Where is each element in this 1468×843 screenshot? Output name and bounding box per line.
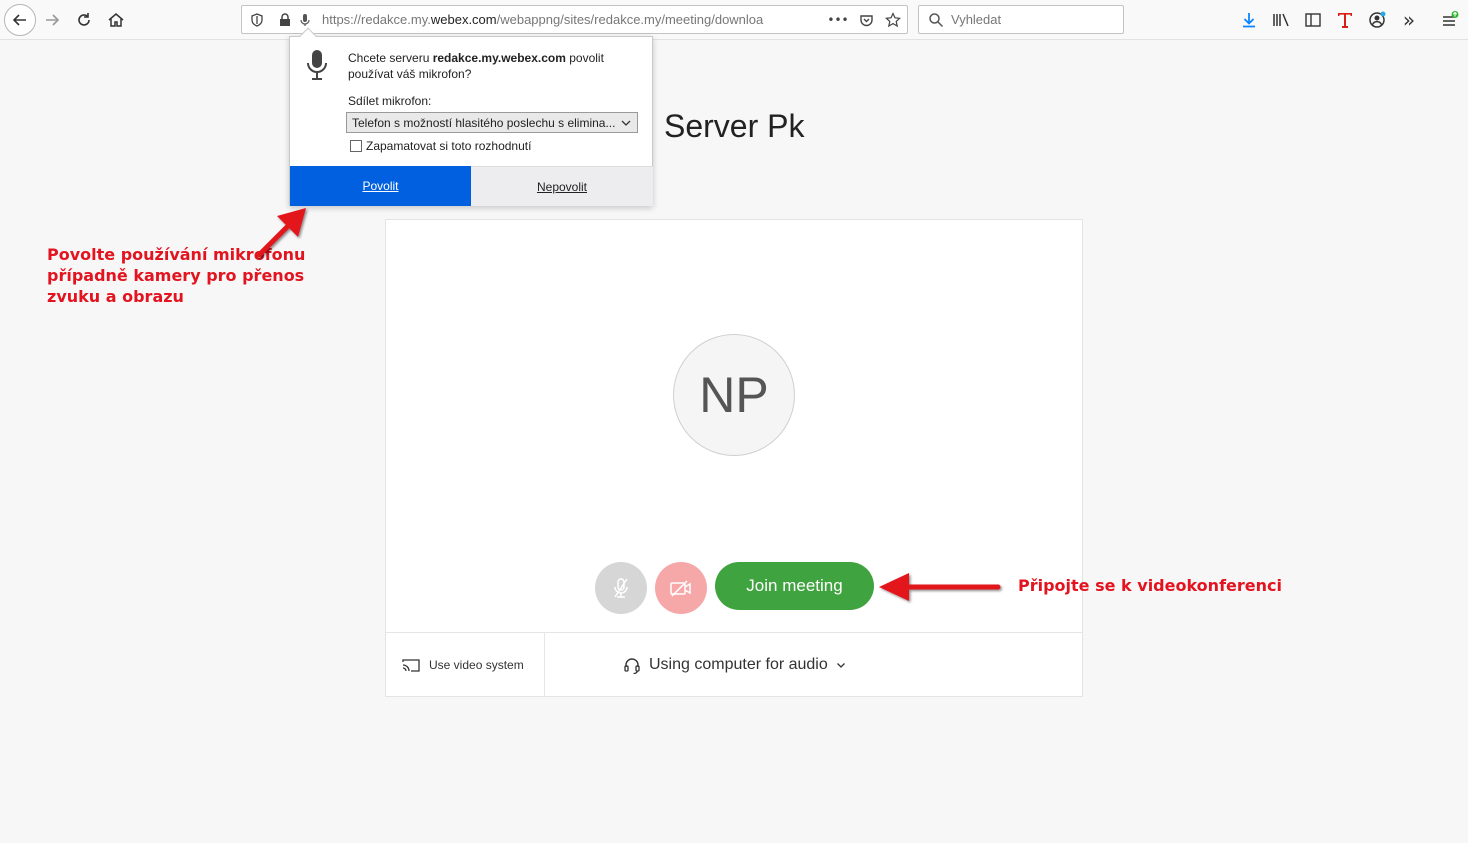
annotation-join-conference: Připojte se k videokonferenci bbox=[1018, 576, 1282, 595]
arrow-right-icon bbox=[46, 14, 60, 26]
back-button[interactable] bbox=[4, 4, 36, 36]
page-actions-menu-icon[interactable]: ••• bbox=[827, 12, 848, 28]
selected-device-label: Telefon s možností hlasitého poslechu s … bbox=[352, 116, 616, 130]
audio-option-dropdown[interactable]: Using computer for audio bbox=[623, 633, 846, 697]
microphone-muted-icon bbox=[614, 578, 628, 598]
checkbox-box[interactable] bbox=[350, 140, 362, 152]
cast-screen-icon bbox=[402, 659, 420, 672]
deny-button[interactable]: Nepovolit bbox=[471, 166, 653, 206]
pocket-icon[interactable] bbox=[858, 12, 874, 28]
shield-icon[interactable] bbox=[249, 12, 265, 28]
bookmark-star-icon[interactable] bbox=[885, 12, 901, 28]
downloads-icon[interactable] bbox=[1237, 8, 1261, 32]
forward-button[interactable] bbox=[36, 4, 68, 36]
use-video-system-label: Use video system bbox=[429, 658, 524, 672]
avatar: NP bbox=[673, 334, 795, 456]
account-extension-icon[interactable] bbox=[1365, 8, 1389, 32]
chevron-down-icon bbox=[836, 663, 845, 668]
permission-question: Chcete serveru redakce.my.webex.com povo… bbox=[348, 51, 604, 81]
lock-icon[interactable] bbox=[277, 12, 293, 28]
join-meeting-button[interactable]: Join meeting bbox=[715, 562, 874, 610]
share-microphone-label: Sdílet mikrofon: bbox=[348, 94, 432, 108]
microphone-permission-popup: Chcete serveru redakce.my.webex.com povo… bbox=[289, 27, 653, 206]
headset-icon bbox=[624, 658, 640, 674]
meeting-card: NP Join meeting Use video system Using c… bbox=[385, 219, 1083, 697]
page-title: Server Pk bbox=[664, 108, 805, 144]
reload-icon bbox=[78, 13, 90, 26]
use-video-system-button[interactable]: Use video system bbox=[386, 633, 545, 697]
search-input[interactable] bbox=[951, 10, 1116, 29]
reload-button[interactable] bbox=[68, 4, 100, 36]
url-text[interactable]: https://redakce.my.webex.com/webappng/si… bbox=[322, 12, 800, 30]
more-tools-chevron-icon[interactable]: » bbox=[1397, 8, 1421, 32]
home-icon bbox=[108, 13, 124, 27]
remember-decision-checkbox[interactable]: Zapamatovat si toto rozhodnutí bbox=[350, 139, 531, 153]
url-bar[interactable]: https://redakce.my.webex.com/webappng/si… bbox=[241, 5, 908, 34]
search-icon bbox=[929, 13, 944, 28]
microphone-icon bbox=[307, 50, 327, 80]
camera-off-icon bbox=[670, 580, 691, 597]
home-button[interactable] bbox=[100, 4, 132, 36]
remember-decision-label: Zapamatovat si toto rozhodnutí bbox=[366, 139, 532, 153]
search-bar[interactable] bbox=[918, 5, 1124, 34]
microphone-permission-icon[interactable] bbox=[297, 12, 313, 28]
arrow-left-icon bbox=[12, 14, 26, 26]
sidebar-icon[interactable] bbox=[1301, 8, 1325, 32]
mute-microphone-button[interactable] bbox=[595, 562, 647, 614]
translate-extension-icon[interactable] bbox=[1333, 8, 1357, 32]
card-footer: Use video system Using computer for audi… bbox=[386, 632, 1082, 697]
camera-off-button[interactable] bbox=[655, 562, 707, 614]
chevron-down-icon bbox=[621, 120, 631, 126]
annotation-allow-microphone: Povolte používání mikrofonu případně kam… bbox=[47, 245, 306, 306]
library-icon[interactable] bbox=[1269, 8, 1293, 32]
audio-option-label: Using computer for audio bbox=[649, 656, 828, 673]
hamburger-menu-icon[interactable] bbox=[1438, 8, 1462, 32]
microphone-device-select[interactable]: Telefon s možností hlasitého poslechu s … bbox=[346, 112, 638, 133]
browser-toolbar: https://redakce.my.webex.com/webappng/si… bbox=[0, 0, 1468, 40]
allow-button[interactable]: Povolit bbox=[290, 166, 471, 206]
